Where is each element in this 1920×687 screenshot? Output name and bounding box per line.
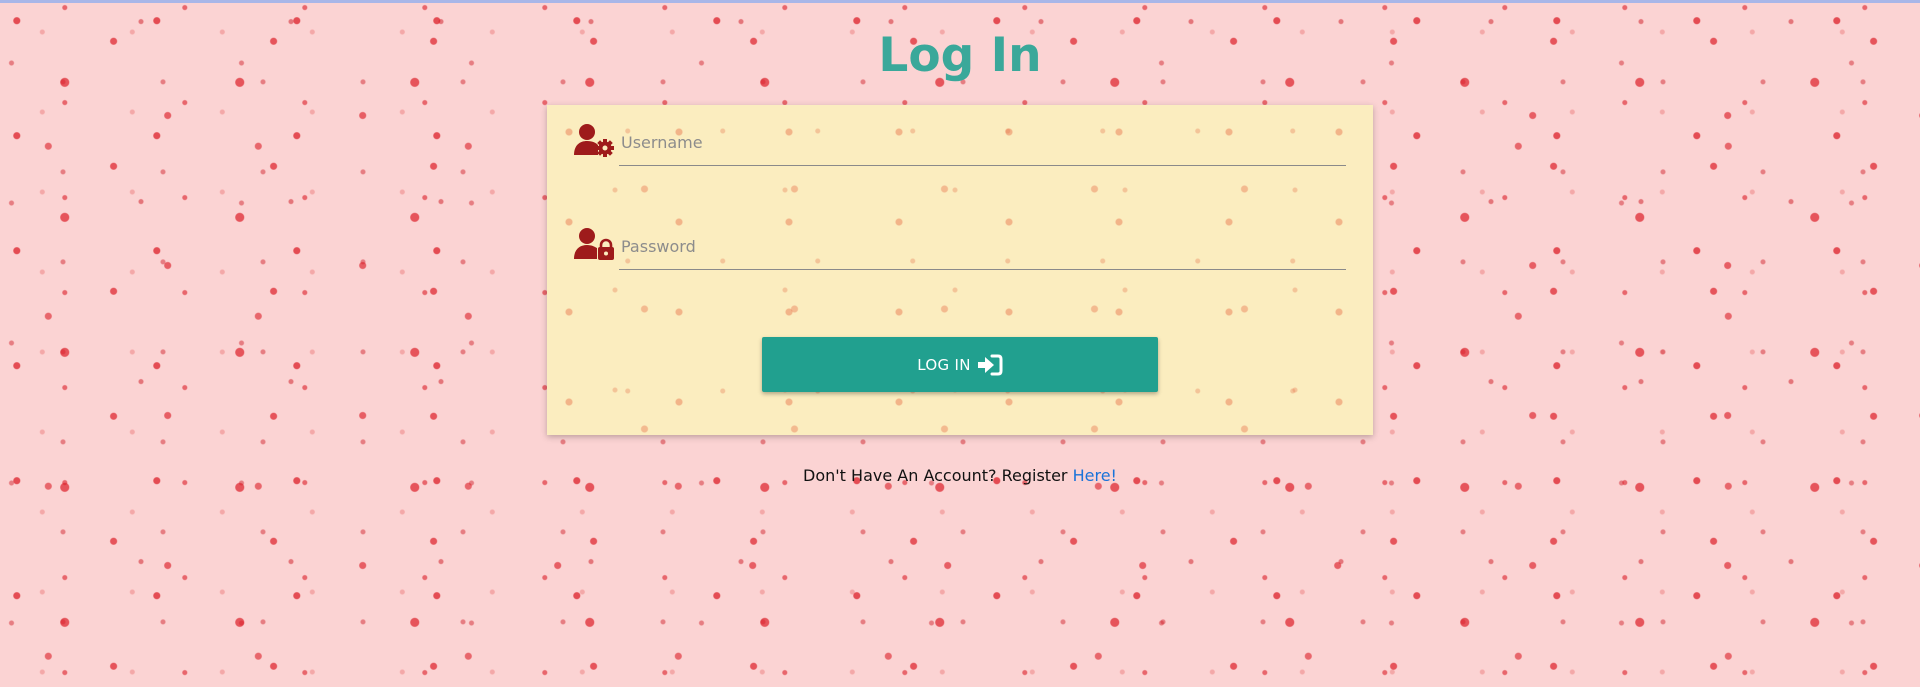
username-input[interactable] [619,122,1346,166]
login-card: LOG IN [547,105,1373,435]
page-title: Log In [878,28,1042,83]
register-link[interactable]: Here! [1073,466,1117,485]
register-prompt: Don't Have An Account? Register Here! [0,465,1920,487]
register-prompt-text: Don't Have An Account? Register [803,466,1068,485]
user-gear-icon [574,124,614,157]
sign-in-icon [977,354,1003,375]
password-field-row [574,226,1346,274]
login-button[interactable]: LOG IN [762,337,1158,392]
user-lock-icon [574,228,614,260]
top-accent-strip [0,0,1920,3]
password-input[interactable] [619,226,1346,270]
username-field-row [574,122,1346,170]
login-button-label: LOG IN [917,355,971,374]
